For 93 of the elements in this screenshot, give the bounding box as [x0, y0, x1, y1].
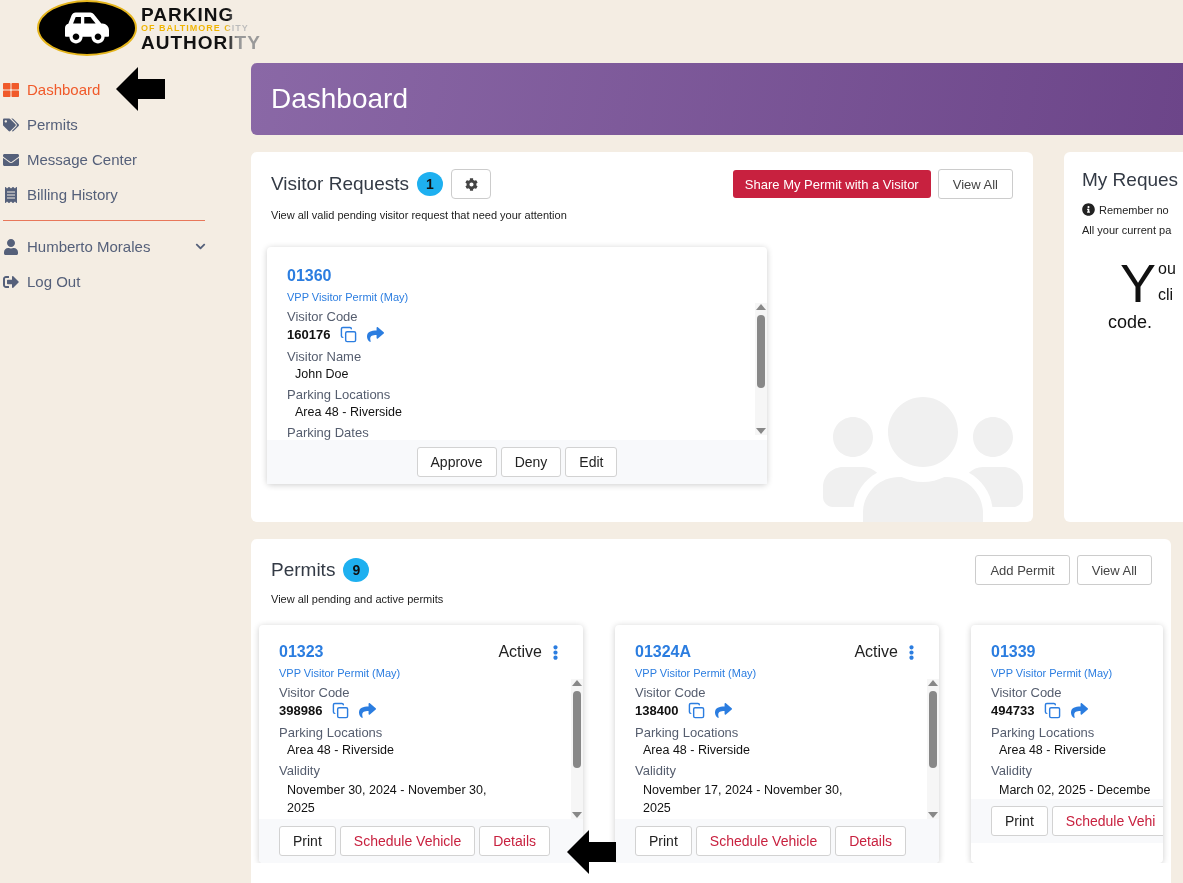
count-badge: 9 — [343, 558, 370, 582]
share-permit-button[interactable]: Share My Permit with a Visitor — [732, 170, 931, 198]
visitor-code: 398986 — [279, 703, 323, 718]
nav-item[interactable]: Permits — [0, 107, 78, 142]
card-title: Permits — [271, 559, 336, 581]
field-label: Visitor Name — [287, 349, 363, 364]
user-icon — [3, 238, 19, 255]
pointer-arrow — [116, 67, 165, 111]
action-button[interactable]: Deny — [500, 447, 562, 477]
scrollbar-drawing[interactable] — [927, 679, 939, 819]
nav-item[interactable]: Billing History — [0, 177, 118, 212]
count-badge: 1 — [417, 172, 443, 196]
nav-item[interactable]: Dashboard — [0, 72, 101, 107]
permit-number[interactable]: 01323 — [279, 643, 324, 661]
copy-icon[interactable] — [688, 702, 706, 719]
field-value: John Doe — [294, 367, 350, 381]
view-all-button[interactable]: View All — [937, 169, 1013, 199]
permit-type-link[interactable]: VPP Visitor Permit (May) — [287, 291, 409, 303]
field-label: Validity — [991, 763, 1033, 778]
scrollbar-drawing[interactable] — [571, 679, 583, 819]
request-number[interactable]: 01360 — [287, 267, 767, 285]
share-icon[interactable] — [359, 702, 377, 719]
notice-text: Remember no — [1099, 203, 1169, 216]
field-label: Validity — [635, 763, 677, 778]
permit-number[interactable]: 01339 — [991, 643, 1036, 661]
receipt-icon — [3, 186, 19, 203]
card-title: Visitor Requests — [271, 173, 409, 195]
copy-icon[interactable] — [1044, 702, 1062, 719]
field-label: Parking Locations — [287, 387, 392, 402]
action-button[interactable]: Details — [835, 826, 906, 856]
action-button[interactable]: Details — [479, 826, 550, 856]
field-label: Visitor Code — [991, 685, 1063, 700]
copy-icon[interactable] — [340, 326, 358, 343]
grid-icon — [3, 81, 19, 98]
field-label: Parking Locations — [991, 725, 1096, 740]
add-permit-button[interactable]: Add Permit — [975, 555, 1070, 585]
permit-type-link[interactable]: VPP Visitor Permit (May) — [635, 667, 757, 679]
envelope-icon — [3, 151, 19, 168]
card-subtitle: View all valid pending visitor request that need your attention — [271, 209, 568, 221]
page-title: Dashboard — [271, 83, 408, 115]
permit-type-link[interactable]: VPP Visitor Permit (May) — [991, 667, 1113, 679]
field-value: March 02, 2025 - Decembe — [998, 782, 1152, 799]
field-label: Parking Dates — [287, 425, 370, 440]
action-button[interactable]: Print — [991, 806, 1048, 836]
field-value: Area 48 - Riverside — [642, 743, 751, 757]
field-value: November 17, 2024 - November 30, 2025 — [642, 782, 844, 817]
field-label: Validity — [279, 763, 321, 778]
share-icon[interactable] — [715, 702, 733, 719]
settings-button[interactable] — [451, 169, 491, 199]
message-text: ou — [1158, 259, 1176, 279]
action-button[interactable]: Approve — [416, 447, 497, 477]
permit-status: Active — [498, 643, 542, 661]
card-title: My Reques — [1082, 169, 1180, 191]
action-button[interactable]: Schedule Vehi — [1051, 806, 1163, 836]
message-text: code. — [1107, 312, 1154, 333]
tags-icon — [3, 116, 19, 133]
drop-cap: Y — [1120, 256, 1157, 310]
settings-icon — [464, 177, 478, 191]
share-icon[interactable] — [367, 326, 385, 343]
field-label: Visitor Code — [279, 685, 351, 700]
permit-type-link[interactable]: VPP Visitor Permit (May) — [279, 667, 401, 679]
field-value: Area 48 - Riverside — [294, 405, 403, 419]
user-menu[interactable]: Humberto Morales — [0, 229, 206, 264]
field-value: November 30, 2024 - November 30, 2025 — [286, 782, 488, 817]
field-label: Parking Locations — [279, 725, 384, 740]
card-description: All your current pa — [1082, 224, 1173, 236]
permit-number[interactable]: 01324A — [635, 643, 692, 661]
logout-link[interactable]: Log Out — [0, 264, 81, 299]
field-label: Parking Locations — [635, 725, 740, 740]
action-button[interactable]: Schedule Vehicle — [339, 826, 476, 856]
field-value: Area 48 - Riverside — [998, 743, 1107, 757]
view-all-button[interactable]: View All — [1076, 555, 1152, 585]
message-text: cli — [1158, 285, 1175, 305]
action-button[interactable]: Schedule Vehicle — [695, 826, 832, 856]
field-value: Area 48 - Riverside — [286, 743, 395, 757]
visitor-code: 494733 — [991, 703, 1035, 718]
share-icon[interactable] — [1071, 702, 1089, 719]
visitor-code: 160176 — [287, 327, 331, 342]
field-label: Visitor Code — [287, 309, 359, 324]
nav-item[interactable]: Message Center — [0, 142, 138, 177]
logout-icon — [3, 273, 19, 290]
visitor-code: 138400 — [635, 703, 679, 718]
chevron-icon — [195, 241, 206, 252]
info-icon — [1082, 203, 1095, 216]
action-button[interactable]: Edit — [565, 447, 618, 477]
copy-icon[interactable] — [332, 702, 350, 719]
field-label: Visitor Code — [635, 685, 707, 700]
action-button[interactable]: Print — [279, 826, 336, 856]
card-subtitle: View all pending and active permits — [271, 593, 445, 605]
scrollbar-drawing[interactable] — [755, 303, 767, 435]
pointer-arrow — [567, 830, 616, 874]
action-button[interactable]: Print — [635, 826, 692, 856]
permit-status: Active — [854, 643, 898, 661]
